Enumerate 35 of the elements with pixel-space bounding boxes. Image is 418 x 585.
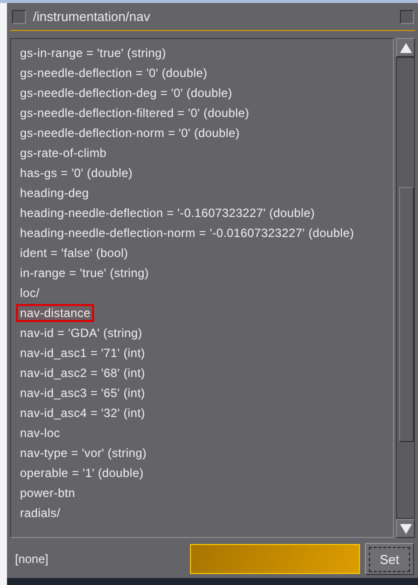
property-item[interactable]: power-btn [16,484,80,502]
property-item[interactable]: nav-distance [16,304,94,322]
property-item[interactable]: heading-deg [16,184,93,202]
property-item[interactable]: gs-needle-deflection-norm = '0' (double) [16,124,244,142]
scroll-up-button[interactable] [396,38,415,57]
property-item[interactable]: nav-type = 'vor' (string) [16,444,151,462]
property-item[interactable]: nav-id = 'GDA' (string) [16,324,146,342]
property-item[interactable]: gs-in-range = 'true' (string) [16,44,170,62]
property-item[interactable]: heading-needle-deflection-norm = '-0.01607323227' (double) [16,224,358,242]
property-item[interactable]: nav-loc [16,424,64,442]
checkbox[interactable] [12,10,26,24]
set-button[interactable]: Set [365,543,414,575]
down-arrow-icon [400,524,412,534]
window-title: /instrumentation/nav [33,9,150,24]
property-item[interactable]: gs-rate-of-climb [16,144,111,162]
property-item[interactable]: nav-id_asc3 = '65' (int) [16,384,150,402]
property-item[interactable]: ident = 'false' (bool) [16,244,132,262]
value-input-field[interactable] [190,544,360,574]
property-item[interactable]: gs-needle-deflection = '0' (double) [16,64,212,82]
property-item[interactable]: nav-id_asc2 = '68' (int) [16,364,150,382]
property-item[interactable]: nav-id_asc1 = '71' (int) [16,344,150,362]
up-arrow-icon [400,42,412,52]
scrollbar-thumb[interactable] [399,187,414,442]
property-item[interactable]: in-range = 'true' (string) [16,264,153,282]
status-label: [none] [15,552,48,566]
property-item[interactable]: operable = '1' (double) [16,464,148,482]
property-item[interactable]: loc/ [16,284,44,302]
property-item[interactable]: gs-needle-deflection-filtered = '0' (double) [16,104,254,122]
property-item[interactable]: heading-needle-deflection = '-0.1607323227' (double) [16,204,319,222]
property-item[interactable]: nav-id_asc4 = '32' (int) [16,404,150,422]
close-box[interactable] [400,10,414,24]
property-item[interactable]: has-gs = '0' (double) [16,164,137,182]
scroll-down-button[interactable] [396,519,415,538]
property-item[interactable]: radials/ [16,504,64,522]
property-item[interactable]: gs-needle-deflection-deg = '0' (double) [16,84,236,102]
